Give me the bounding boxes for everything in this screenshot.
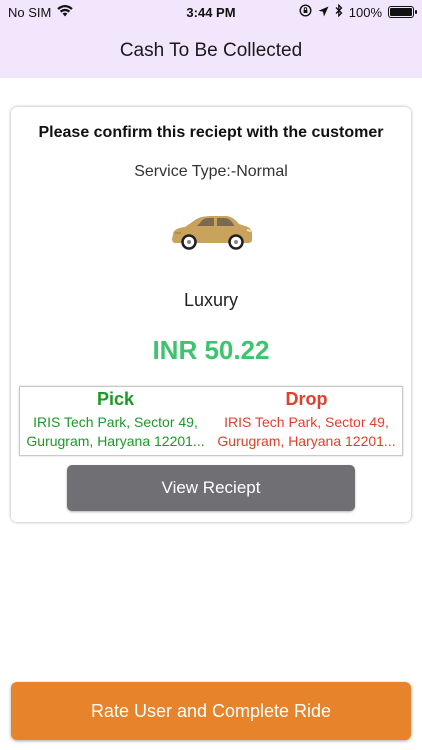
fare-amount: INR 50.22 bbox=[152, 335, 270, 365]
location-icon bbox=[318, 5, 329, 20]
vehicle-type-label: Luxury bbox=[183, 290, 239, 310]
header-bar: Cash To Be Collected bbox=[0, 24, 422, 78]
receipt-card: Please confirm this reciept with the cus… bbox=[11, 107, 411, 522]
drop-location: Drop IRIS Tech Park, Sector 49, Gurugram… bbox=[211, 387, 402, 455]
battery-icon bbox=[388, 6, 417, 18]
pick-address-line1: IRIS Tech Park, Sector 49, bbox=[33, 414, 198, 430]
page-title: Cash To Be Collected bbox=[119, 40, 303, 61]
status-bar: No SIM 3:44 PM 100% bbox=[0, 0, 422, 24]
pick-location: Pick IRIS Tech Park, Sector 49, Gurugram… bbox=[20, 387, 211, 455]
battery-percent: 100% bbox=[348, 4, 382, 20]
carrier-label: No SIM bbox=[8, 4, 52, 20]
drop-address: IRIS Tech Park, Sector 49, Gurugram, Har… bbox=[211, 413, 402, 451]
orientation-lock-icon bbox=[299, 4, 312, 20]
service-type-label: Service Type:-Normal bbox=[134, 163, 288, 180]
card-title: Please confirm this reciept with the cus… bbox=[38, 124, 384, 141]
pick-address: IRIS Tech Park, Sector 49, Gurugram, Har… bbox=[20, 413, 211, 451]
pick-address-line2: Gurugram, Haryana 12201... bbox=[26, 433, 205, 449]
battery-fill bbox=[390, 8, 412, 16]
car-icon bbox=[167, 213, 255, 253]
drop-address-line2: Gurugram, Haryana 12201... bbox=[217, 433, 396, 449]
rate-user-complete-ride-button[interactable]: Rate User and Complete Ride bbox=[11, 682, 411, 740]
drop-address-line1: IRIS Tech Park, Sector 49, bbox=[224, 414, 389, 430]
bluetooth-icon bbox=[335, 3, 343, 20]
drop-title: Drop bbox=[285, 389, 328, 409]
view-receipt-button[interactable]: View Reciept bbox=[67, 465, 355, 511]
wifi-icon bbox=[57, 4, 74, 20]
status-right: 100% bbox=[299, 3, 417, 20]
pick-title: Pick bbox=[96, 389, 135, 409]
locations-box: Pick IRIS Tech Park, Sector 49, Gurugram… bbox=[19, 386, 403, 456]
status-left: No SIM bbox=[8, 4, 74, 20]
